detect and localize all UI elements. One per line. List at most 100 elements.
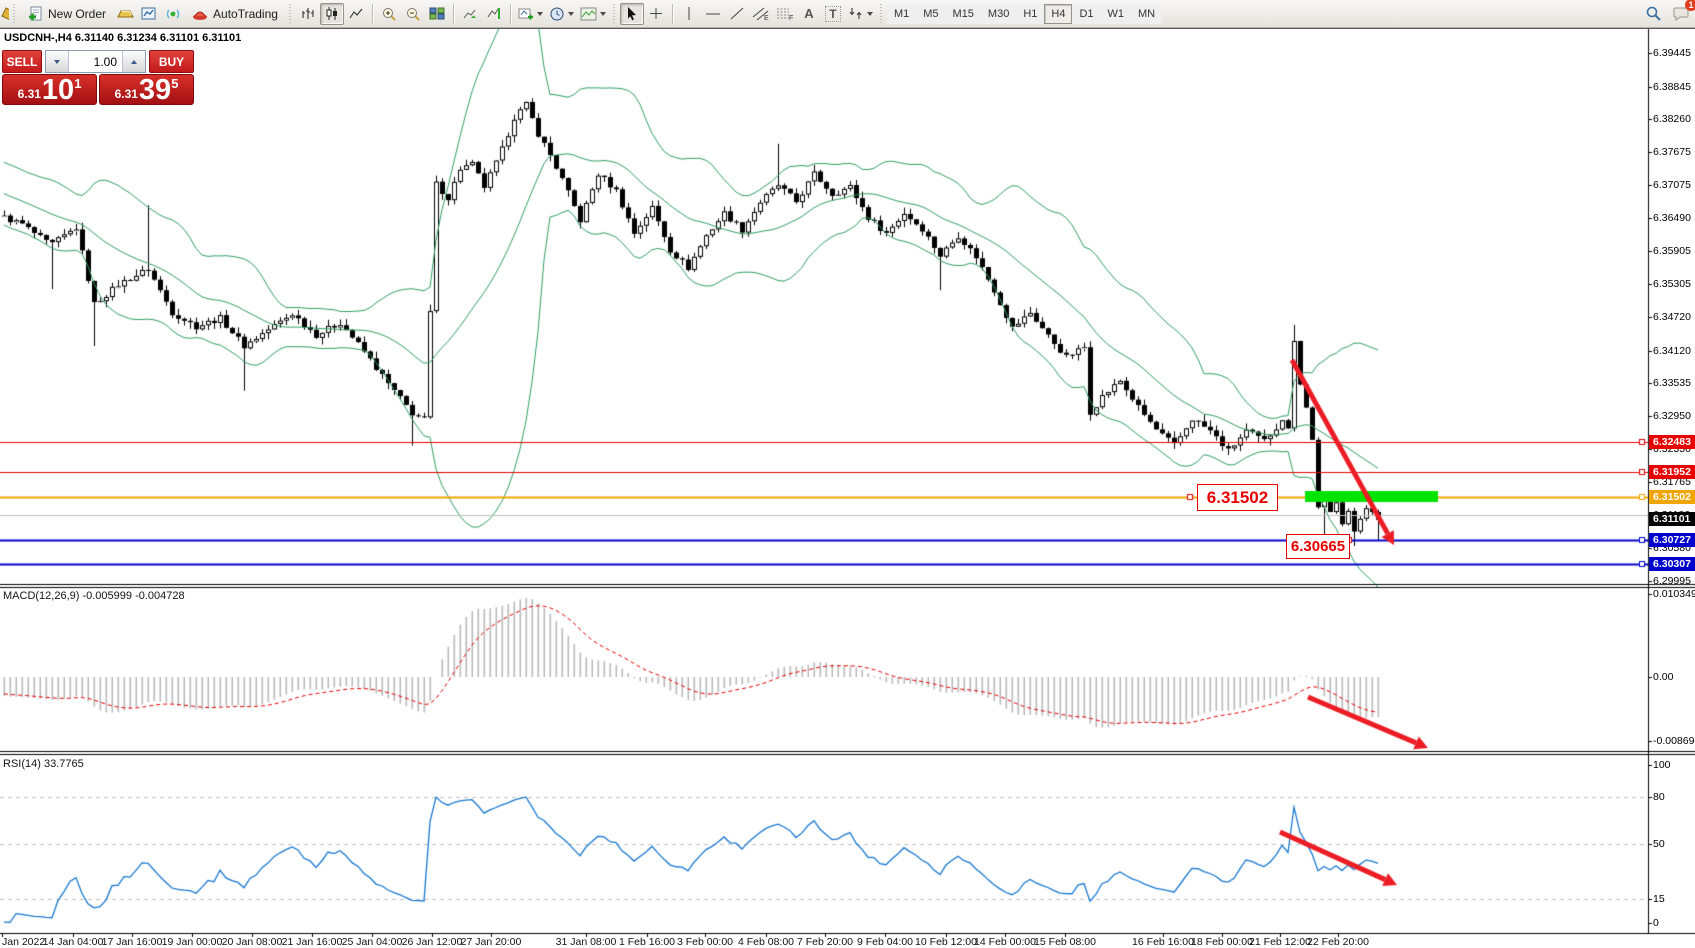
lot-decrease-button[interactable]	[46, 51, 69, 72]
zoom-out-icon	[405, 6, 421, 22]
vertical-line-tool-button[interactable]	[677, 3, 701, 25]
indicators-button[interactable]	[515, 3, 546, 25]
price-axis-badge: 6.31502	[1649, 490, 1695, 504]
tile-windows-button[interactable]	[425, 3, 449, 25]
date-axis-tick: 22 Feb 20:00	[1307, 936, 1369, 948]
lot-size-field[interactable]: 1.00	[69, 51, 122, 72]
timeframe-button-mn[interactable]: MN	[1131, 4, 1162, 24]
notification-badge: 1	[1685, 0, 1695, 11]
toolbar-grip	[288, 4, 293, 24]
timeframe-button-m5[interactable]: M5	[916, 4, 945, 24]
new-order-label: New Order	[48, 7, 106, 21]
toolbar-grip	[612, 4, 617, 24]
equidistant-channel-icon: E	[752, 6, 770, 21]
chart-canvas[interactable]	[0, 29, 1695, 946]
price-axis-badge: 6.31952	[1649, 465, 1695, 479]
buy-button[interactable]: BUY	[149, 50, 194, 73]
date-axis-tick: 18 Feb 00:00	[1191, 936, 1253, 948]
channel-glyph: E	[764, 15, 769, 21]
rsi-axis-tick: 50	[1653, 838, 1665, 850]
swing-low-price-label[interactable]: 6.30665	[1286, 534, 1350, 559]
timeframe-button-d1[interactable]: D1	[1072, 4, 1100, 24]
horizontal-line-tool-button[interactable]	[701, 3, 725, 25]
text-label-icon: T	[825, 6, 840, 22]
dropdown-arrow-icon	[867, 12, 873, 16]
timeframe-button-h4[interactable]: H4	[1044, 4, 1072, 24]
notifications-button[interactable]: 1	[1669, 2, 1693, 24]
crosshair-tool-button[interactable]	[644, 3, 668, 25]
toolbar-separator	[453, 4, 454, 24]
support-price-label[interactable]: 6.31502	[1197, 484, 1278, 511]
sell-price-prefix: 6.31	[18, 86, 41, 103]
date-axis-tick: 14 Feb 00:00	[974, 936, 1036, 948]
add-indicator-icon	[518, 6, 534, 21]
autotrading-button[interactable]: AutoTrading	[185, 3, 285, 25]
clock-icon	[549, 6, 565, 22]
date-axis-tick: 15 Feb 08:00	[1034, 936, 1096, 948]
line-chart-button[interactable]	[344, 3, 368, 25]
buy-price-box[interactable]: 6.31 39 5	[99, 74, 194, 105]
price-axis-badge: 6.31101	[1649, 512, 1695, 526]
one-click-price-row: 6.31 10 1 6.31 39 5	[2, 74, 194, 105]
fibonacci-tool-button[interactable]: F	[773, 3, 797, 25]
zoom-in-button[interactable]	[377, 3, 401, 25]
chevron-down-icon	[54, 60, 60, 64]
timeframe-button-m1[interactable]: M1	[887, 4, 916, 24]
candlestick-chart-button[interactable]	[320, 3, 344, 25]
sell-price-big: 10	[42, 77, 74, 103]
horizontal-line-icon	[705, 10, 721, 18]
sell-button[interactable]: SELL	[2, 50, 42, 73]
bar-chart-icon	[300, 6, 316, 21]
vertical-line-icon	[684, 6, 694, 21]
text-tool-button[interactable]: A	[797, 3, 821, 25]
channel-tool-button[interactable]: E	[749, 3, 773, 25]
price-axis-tick: 6.39445	[1653, 47, 1691, 59]
date-axis-tick: 25 Jan 04:00	[342, 936, 403, 948]
lot-increase-button[interactable]	[122, 51, 145, 72]
gold-button[interactable]	[113, 3, 137, 25]
price-axis-tick: 6.38845	[1653, 81, 1691, 93]
signal-icon	[165, 6, 181, 21]
date-axis-tick: 4 Feb 08:00	[738, 936, 794, 948]
price-axis-tick: 6.34720	[1653, 311, 1691, 323]
dropdown-arrow-icon	[600, 12, 606, 16]
tile-windows-icon	[429, 6, 445, 21]
macd-axis-tick: 0.010349	[1653, 588, 1695, 600]
chart-shift-button[interactable]	[482, 3, 506, 25]
text-label-tool-button[interactable]: T	[821, 3, 845, 25]
bar-chart-button[interactable]	[296, 3, 320, 25]
clipped-toolbar-icon	[0, 6, 9, 22]
report-button[interactable]	[137, 3, 161, 25]
trendline-tool-button[interactable]	[725, 3, 749, 25]
date-axis-tick: 17 Jan 16:00	[102, 936, 163, 948]
timeframe-button-h1[interactable]: H1	[1016, 4, 1044, 24]
timeframe-button-m15[interactable]: M15	[946, 4, 981, 24]
toolbar-separator	[372, 4, 373, 24]
templates-button[interactable]	[577, 3, 609, 25]
dropdown-arrow-icon	[537, 12, 543, 16]
one-click-trading-panel: SELL 1.00 BUY 6.31 10 1 6.31 39 5	[2, 50, 194, 105]
price-axis-tick: 6.35905	[1653, 245, 1691, 257]
date-axis-tick: 1 Feb 16:00	[619, 936, 675, 948]
new-order-icon	[27, 6, 43, 22]
cursor-tool-button[interactable]	[620, 3, 644, 25]
candlestick-chart-icon	[324, 6, 340, 21]
line-chart-icon	[348, 6, 364, 21]
chart-window: USDCNH-,H4 6.31140 6.31234 6.31101 6.311…	[0, 28, 1695, 946]
zoom-out-button[interactable]	[401, 3, 425, 25]
zoom-in-icon	[381, 6, 397, 22]
price-axis-tick: 6.37075	[1653, 179, 1691, 191]
auto-scroll-button[interactable]	[458, 3, 482, 25]
date-axis-tick: 14 Jan 04:00	[43, 936, 104, 948]
crosshair-icon	[648, 6, 664, 21]
periods-button[interactable]	[546, 3, 577, 25]
rsi-axis-tick: 100	[1653, 759, 1671, 771]
chart-shift-icon	[486, 6, 502, 21]
signals-button[interactable]	[161, 3, 185, 25]
timeframe-button-w1[interactable]: W1	[1101, 4, 1132, 24]
timeframe-button-m30[interactable]: M30	[981, 4, 1016, 24]
sell-price-box[interactable]: 6.31 10 1	[2, 74, 97, 105]
search-button[interactable]	[1641, 2, 1665, 24]
new-order-button[interactable]: New Order	[20, 3, 113, 25]
arrows-tool-button[interactable]	[845, 3, 876, 25]
